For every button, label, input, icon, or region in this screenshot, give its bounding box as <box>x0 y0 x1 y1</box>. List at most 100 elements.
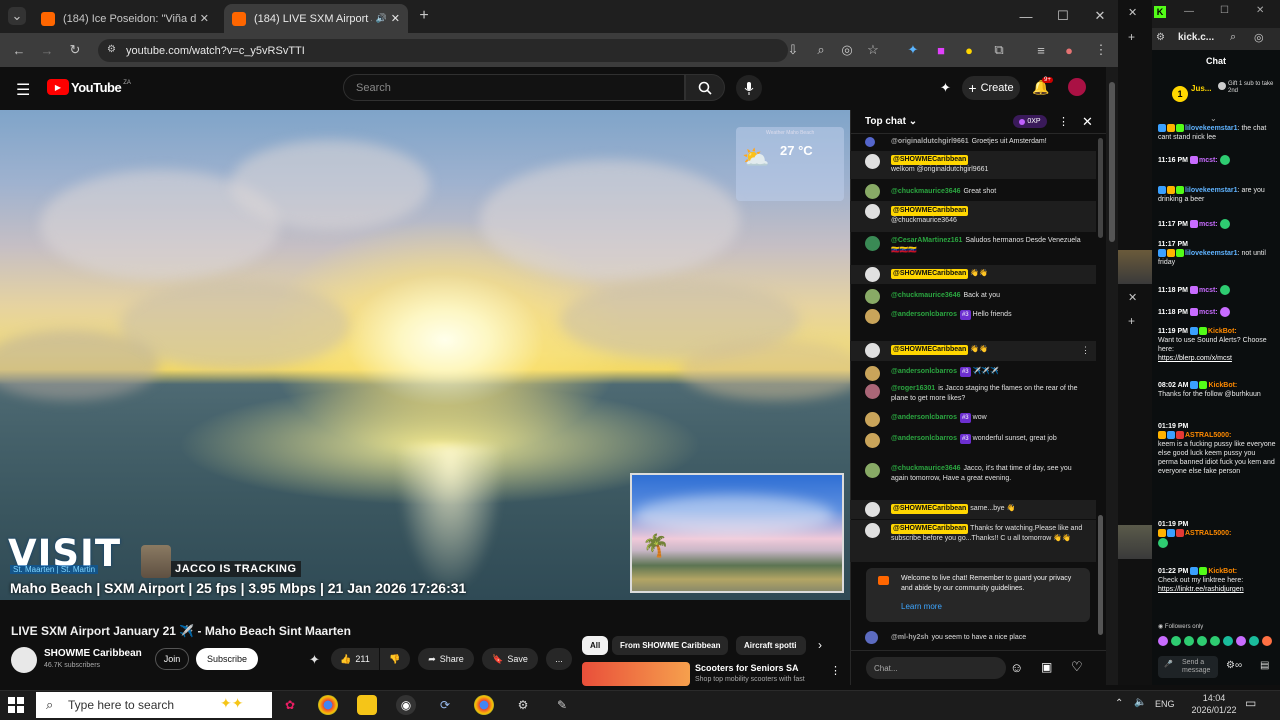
emote-icon[interactable] <box>1158 636 1168 646</box>
media-control-icon[interactable]: ≡ <box>1032 41 1050 59</box>
chevron-right-icon[interactable]: › <box>818 638 822 652</box>
casting-extension-icon[interactable]: ✦ <box>940 80 951 96</box>
emote-icon[interactable] <box>1171 636 1181 646</box>
kick-link[interactable]: https://linktr.ee/rashidjurgen <box>1158 586 1244 593</box>
extensions-puzzle-icon[interactable]: ⧉ <box>990 41 1008 59</box>
windows-start-icon[interactable] <box>8 697 24 713</box>
extension-icon[interactable]: ■ <box>932 41 950 59</box>
join-button[interactable]: Join <box>155 648 189 670</box>
file-explorer-icon[interactable] <box>357 695 377 715</box>
chat-message[interactable]: @SHOWMECaribbean Thanks for watching.Ple… <box>850 520 1096 562</box>
kick-url[interactable]: kick.c... <box>1178 32 1214 43</box>
search-input[interactable]: Search <box>343 74 685 101</box>
chat-input[interactable]: Chat... <box>866 657 1006 679</box>
chrome-icon[interactable] <box>318 695 338 715</box>
close-icon[interactable]: ✕ <box>1128 6 1137 19</box>
chat-scrollbar[interactable] <box>1098 515 1103 635</box>
chat-message[interactable]: @SHOWMECaribbean @chuckmaurice3646 <box>850 201 1096 232</box>
page-scrollbar[interactable] <box>1106 67 1118 685</box>
chat-message[interactable]: @SHOWMECaribbean same...bye 👋 <box>850 500 1096 519</box>
close-tab-icon[interactable]: ✕ <box>391 12 400 25</box>
close-window-icon[interactable]: ✕ <box>1256 5 1264 16</box>
message-menu-icon[interactable]: ⋮ <box>1081 345 1090 355</box>
chat-scrollbar-top[interactable] <box>1098 138 1103 238</box>
super-chat-icon[interactable]: ▣ <box>1041 660 1052 674</box>
top-chat-selector[interactable]: Top chat ⌄ <box>865 116 917 127</box>
create-button[interactable]: + Create <box>962 76 1020 100</box>
browser-tab-ice-poseidon[interactable]: (184) Ice Poseidon: "Viña de ✕ <box>33 4 217 33</box>
emote-icon[interactable] <box>1236 636 1246 646</box>
extension-star-icon[interactable]: ✦ <box>309 652 320 668</box>
browser-menu-icon[interactable]: ⋮ <box>1092 41 1110 59</box>
recommendation-menu-icon[interactable]: ⋮ <box>830 664 841 677</box>
extension-icon[interactable]: ✦ <box>904 41 922 59</box>
taskbar-search-input[interactable]: ⌕ Type here to search ✦✦ <box>36 692 272 718</box>
chat-message[interactable]: @SHOWMECaribbean welkom @originaldutchgir… <box>850 151 1096 179</box>
bookmark-star-icon[interactable]: ☆ <box>864 41 882 59</box>
subscribe-button[interactable]: Subscribe <box>196 648 258 670</box>
forward-icon[interactable]: → <box>38 41 56 59</box>
scroll-thumb[interactable] <box>1109 82 1115 242</box>
site-info-icon[interactable]: ⚙ <box>107 44 116 55</box>
plus-icon[interactable]: + <box>1128 30 1135 44</box>
recommendation-thumbnail[interactable] <box>582 662 690 686</box>
chip-all[interactable]: All <box>582 636 609 655</box>
zoom-icon[interactable]: ⌕ <box>1230 31 1236 44</box>
language-indicator[interactable]: ENG <box>1155 699 1175 709</box>
chevron-down-icon[interactable]: ⌄ <box>1210 114 1217 123</box>
settings-gear-icon[interactable]: ⚙ <box>513 695 533 715</box>
chat-message[interactable]: @originaldutchgirl9661@SHOWMECaribbean 👋… <box>850 265 1096 284</box>
close-tab-icon[interactable]: ✕ <box>200 12 209 25</box>
chip-from-channel[interactable]: From SHOWME Caribbean <box>612 636 729 655</box>
close-icon[interactable]: ✕ <box>1128 291 1137 304</box>
account-avatar[interactable] <box>1068 78 1086 96</box>
app-icon[interactable]: ⟳ <box>435 695 455 715</box>
kick-message-input[interactable]: 🎤 Send a message <box>1158 656 1218 678</box>
new-tab-button[interactable]: + <box>415 7 433 25</box>
emote-icon[interactable] <box>1184 636 1194 646</box>
audio-playing-icon[interactable]: 🔊 <box>376 13 387 24</box>
minimize-window-icon[interactable]: — <box>1184 6 1194 17</box>
emote-icon[interactable] <box>1249 636 1259 646</box>
profile-avatar[interactable]: ● <box>1060 41 1078 59</box>
learn-more-link[interactable]: Learn more <box>901 602 942 612</box>
speaker-icon[interactable]: 🔈 <box>1134 697 1146 708</box>
system-tray-chevron-icon[interactable]: ⌃ <box>1115 698 1123 709</box>
more-actions-button[interactable]: ... <box>546 648 572 670</box>
close-chat-icon[interactable]: ✕ <box>1082 114 1093 130</box>
kick-gift-banner[interactable]: 1 Jus... Gift 1 sub to take 2nd <box>1158 80 1276 112</box>
address-bar[interactable]: ⚙ youtube.com/watch?v=c_y5vRSvTTI <box>98 39 788 62</box>
chat-options-icon[interactable]: ▤ <box>1260 660 1269 671</box>
heart-icon[interactable]: ♡ <box>1071 659 1083 675</box>
search-button[interactable] <box>685 74 725 101</box>
channel-name[interactable]: SHOWME Caribbean <box>44 648 142 659</box>
minimize-window-icon[interactable]: — <box>1017 7 1035 25</box>
emoji-icon[interactable]: ☺ <box>1010 660 1023 675</box>
obs-icon[interactable]: ◉ <box>396 695 416 715</box>
emote-icon[interactable] <box>1210 636 1220 646</box>
settings-icon[interactable]: ⚙∞ <box>1226 660 1242 671</box>
site-settings-icon[interactable]: ⚙ <box>1156 32 1165 43</box>
emote-icon[interactable] <box>1197 636 1207 646</box>
channel-avatar[interactable] <box>11 647 37 673</box>
share-button[interactable]: ➦ Share <box>418 648 474 670</box>
browser-tab-live-sxm[interactable]: (184) LIVE SXM Airport Janu 🔊 ✕ <box>224 4 408 33</box>
zoom-icon[interactable]: ⌕ <box>812 41 830 59</box>
youtube-logo[interactable]: ▶ YouTube ZA <box>47 79 131 95</box>
chip-aircraft-spotting[interactable]: Aircraft spotti <box>736 636 806 655</box>
save-button[interactable]: 🔖 Save <box>482 648 538 670</box>
back-icon[interactable]: ← <box>10 41 28 59</box>
voice-search-button[interactable] <box>736 75 762 101</box>
maximize-window-icon[interactable]: ☐ <box>1220 5 1229 16</box>
notification-center-icon[interactable]: ▭ <box>1245 696 1256 710</box>
app-icon[interactable]: ✎ <box>552 695 572 715</box>
eye-off-icon[interactable]: ◎ <box>1254 31 1264 44</box>
plus-icon[interactable]: + <box>1128 314 1135 328</box>
extension-icon[interactable]: ● <box>960 41 978 59</box>
emote-icon[interactable] <box>1223 636 1233 646</box>
maximize-window-icon[interactable]: ☐ <box>1054 7 1072 25</box>
recommendation-title[interactable]: Scooters for Seniors SA <box>695 663 799 673</box>
dislike-button[interactable]: 👎 <box>380 648 410 670</box>
kick-link[interactable]: https://blerp.com/x/mcst <box>1158 355 1232 362</box>
chrome-profile-icon[interactable] <box>474 695 494 715</box>
